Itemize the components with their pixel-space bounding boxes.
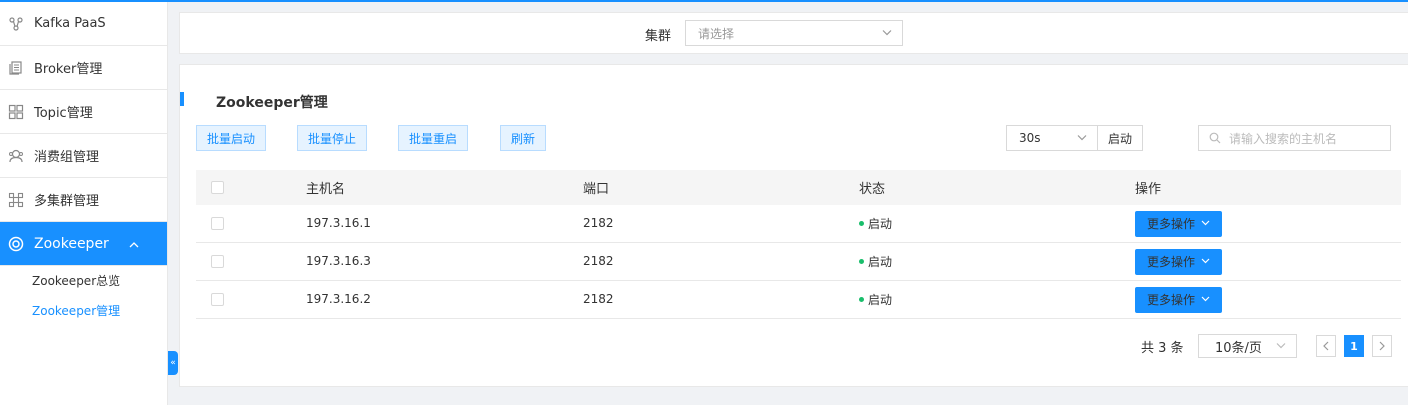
sidebar-item-label: 消费组管理 [34,150,100,165]
refresh-interval-select[interactable]: 30s [1006,125,1098,151]
row-checkbox[interactable] [211,217,224,230]
batch-restart-button[interactable]: 批量重启 [398,125,468,151]
table-row: 197.3.16.3 2182 启动 更多操作 [196,243,1401,281]
row-host: 197.3.16.3 [306,254,371,268]
title-accent-bar [180,92,184,106]
sidebar: Kafka PaaS Broker管理 Topic管理 消费组管理 多集群管理 … [0,2,168,405]
zookeeper-table: 主机名 端口 状态 操作 197.3.16.1 2182 启动 更多操作 197… [196,170,1401,319]
select-all-checkbox[interactable] [211,181,224,194]
cluster-filter-label: 集群 [645,29,672,44]
more-actions-label: 更多操作 [1146,293,1195,307]
row-checkbox[interactable] [211,255,224,268]
column-header-status: 状态 [859,182,886,197]
refresh-interval-value: 30s [1019,131,1041,145]
sidebar-item-multi-cluster[interactable]: 多集群管理 [0,178,167,222]
page-title: Zookeeper管理 [216,95,328,111]
double-chevron-left-icon: « [170,358,176,368]
page-size-select[interactable]: 10条/页 [1198,334,1297,358]
sidebar-item-topic[interactable]: Topic管理 [0,90,167,134]
search-icon [1209,132,1221,144]
chevron-right-icon [1379,341,1385,351]
sidebar-item-label: 多集群管理 [34,194,100,209]
row-host: 197.3.16.2 [306,292,371,306]
table-header: 主机名 端口 状态 操作 [196,170,1401,205]
sidebar-item-kafka-paas[interactable]: Kafka PaaS [0,2,167,46]
chevron-down-icon [1201,218,1210,229]
pagination-total: 共 3 条 [1141,341,1184,356]
chevron-down-icon [1201,294,1210,305]
lifebuoy-icon [8,236,24,252]
status-dot-icon [859,259,864,264]
batch-stop-button[interactable]: 批量停止 [297,125,367,151]
page-button-1[interactable]: 1 [1344,335,1364,357]
column-header-action: 操作 [1135,182,1162,197]
refresh-button[interactable]: 刷新 [500,125,546,151]
row-status: 启动 [868,293,893,307]
sidebar-item-consumer-group[interactable]: 消费组管理 [0,134,167,178]
row-port: 2182 [583,292,614,306]
row-port: 2182 [583,216,614,230]
chevron-left-icon [1323,341,1329,351]
batch-start-button[interactable]: 批量启动 [196,125,266,151]
chevron-down-icon [1201,256,1210,267]
more-actions-label: 更多操作 [1146,255,1195,269]
sidebar-item-label: Broker管理 [34,62,103,77]
search-placeholder: 请输入搜索的主机名 [1229,131,1338,146]
more-actions-label: 更多操作 [1146,217,1195,231]
sidebar-item-zookeeper[interactable]: Zookeeper [0,222,167,266]
chevron-down-icon [1276,341,1286,352]
chevron-up-icon [129,236,139,252]
page-size-value: 10条/页 [1215,340,1262,356]
top-accent-line [0,0,1408,2]
cluster-filter-bar: 集群 请选择 [179,12,1408,54]
table-row: 197.3.16.2 2182 启动 更多操作 [196,281,1401,319]
sidebar-item-broker[interactable]: Broker管理 [0,46,167,90]
table-row: 197.3.16.1 2182 启动 更多操作 [196,205,1401,243]
sidebar-collapse-button[interactable]: « [168,351,178,375]
sidebar-subitem-zookeeper-overview[interactable]: Zookeeper总览 [0,266,167,296]
status-dot-icon [859,297,864,302]
cluster-nodes-icon [8,16,24,32]
sidebar-subitem-zookeeper-manage[interactable]: Zookeeper管理 [0,296,167,326]
multi-cluster-icon [8,192,24,208]
cluster-select[interactable]: 请选择 [685,20,903,46]
column-header-host: 主机名 [306,182,346,197]
chevron-down-icon [1077,133,1087,144]
document-stack-icon [8,60,24,76]
sidebar-item-label: Kafka PaaS [34,16,106,31]
more-actions-button[interactable]: 更多操作 [1135,248,1222,275]
sidebar-item-label: Topic管理 [34,106,93,121]
row-host: 197.3.16.1 [306,216,371,230]
zookeeper-manage-card: Zookeeper管理 批量启动 批量停止 批量重启 刷新 30s 启动 请输入… [179,64,1408,387]
hostname-search-input[interactable]: 请输入搜索的主机名 [1198,125,1391,151]
column-header-port: 端口 [583,182,610,197]
auto-refresh-start-button[interactable]: 启动 [1097,125,1143,151]
sidebar-item-label: Zookeeper [34,235,109,252]
row-port: 2182 [583,254,614,268]
row-checkbox[interactable] [211,293,224,306]
grid-icon [8,104,24,120]
more-actions-button[interactable]: 更多操作 [1135,210,1222,237]
prev-page-button[interactable] [1316,335,1336,357]
row-status: 启动 [868,255,893,269]
chevron-down-icon [882,28,892,39]
users-icon [8,148,24,164]
row-status: 启动 [868,217,893,231]
status-dot-icon [859,221,864,226]
next-page-button[interactable] [1372,335,1392,357]
cluster-select-placeholder: 请选择 [698,26,735,41]
more-actions-button[interactable]: 更多操作 [1135,286,1222,313]
